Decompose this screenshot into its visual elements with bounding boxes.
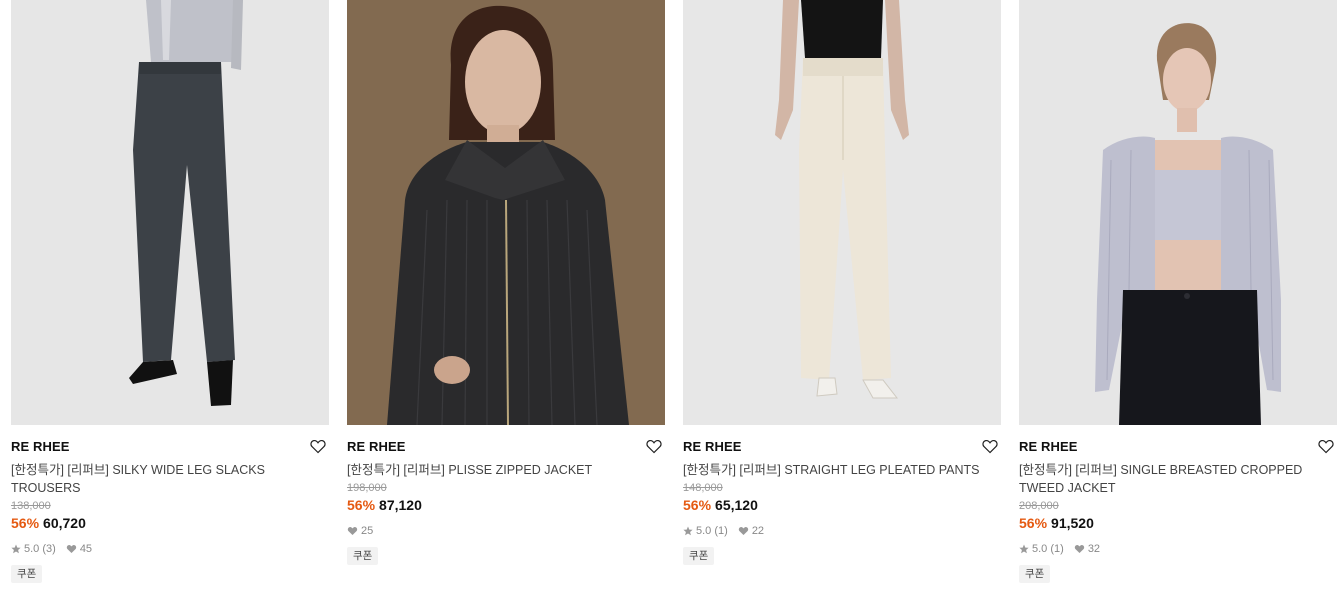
discount-rate: 56% [1019, 515, 1048, 531]
brand-name: RE RHEE [683, 439, 742, 454]
product-title[interactable]: [한정특가] [리퍼브] STRAIGHT LEG PLEATED PANTS [683, 461, 1001, 479]
likes: 45 [66, 543, 92, 555]
original-price: 148,000 [683, 482, 723, 494]
coupon-badge: 쿠폰 [683, 547, 715, 565]
product-title-line: [한정특가] [리퍼브] SINGLE BREASTED CROPPED [1019, 463, 1303, 477]
review-count: (3) [42, 543, 56, 555]
heart-filled-icon [1074, 545, 1084, 553]
review-count: (1) [714, 525, 728, 537]
product-title[interactable]: [한정특가] [리퍼브] SINGLE BREASTED CROPPED TWE… [1019, 461, 1337, 497]
sale-price: 65,120 [715, 497, 758, 513]
product-stats: 5.0 (3) 45 [11, 542, 329, 556]
coupon-badge: 쿠폰 [347, 547, 379, 565]
rating-value: 5.0 [696, 525, 712, 537]
product-stats: 5.0 (1) 32 [1019, 542, 1337, 556]
heart-filled-icon [66, 545, 76, 553]
like-count: 22 [751, 525, 765, 537]
heart-filled-icon [347, 527, 358, 535]
original-price: 138,000 [11, 500, 51, 512]
like-count: 32 [1087, 543, 1101, 555]
product-card[interactable]: RE RHEE [한정특가] [리퍼브] SINGLE BREASTED CRO… [1019, 0, 1337, 583]
price-line: 56% 91,520 [1019, 514, 1337, 532]
product-image[interactable] [347, 0, 665, 425]
coupon-badge: 쿠폰 [1019, 565, 1051, 583]
product-card[interactable]: RE RHEE [한정특가] [리퍼브] PLISSE ZIPPED JACKE… [347, 0, 665, 565]
wishlist-heart-icon[interactable] [1317, 437, 1335, 455]
product-card[interactable]: RE RHEE [한정특가] [리퍼브] SILKY WIDE LEG SLAC… [11, 0, 329, 583]
sale-price: 87,120 [379, 497, 422, 513]
star-icon [683, 526, 693, 536]
rating-value: 5.0 [1032, 543, 1048, 555]
like-count: 25 [361, 525, 374, 537]
coupon-badge: 쿠폰 [11, 565, 43, 583]
price-line: 56% 87,120 [347, 496, 665, 514]
review-count: (1) [1050, 543, 1064, 555]
discount-rate: 56% [683, 497, 712, 513]
product-stats: 25 [347, 524, 665, 538]
rating: 5.0 (1) [1019, 543, 1064, 555]
product-title[interactable]: [한정특가] [리퍼브] PLISSE ZIPPED JACKET [347, 461, 665, 479]
likes: 25 [347, 525, 373, 537]
product-image[interactable] [1019, 0, 1337, 425]
product-image[interactable] [683, 0, 1001, 425]
original-price: 208,000 [1019, 500, 1059, 512]
rating-value: 5.0 [24, 543, 40, 555]
rating: 5.0 (3) [11, 543, 56, 555]
brand-name: RE RHEE [11, 439, 70, 454]
heart-filled-icon [738, 527, 748, 535]
sale-price: 91,520 [1051, 515, 1094, 531]
star-icon [11, 544, 21, 554]
wishlist-heart-icon[interactable] [645, 437, 663, 455]
brand-name: RE RHEE [1019, 439, 1078, 454]
product-title[interactable]: [한정특가] [리퍼브] SILKY WIDE LEG SLACKS TROUS… [11, 461, 329, 497]
like-count: 45 [79, 543, 93, 555]
likes: 32 [1074, 543, 1100, 555]
star-icon [1019, 544, 1029, 554]
sale-price: 60,720 [43, 515, 86, 531]
original-price: 198,000 [347, 482, 387, 494]
rating: 5.0 (1) [683, 525, 728, 537]
price-line: 56% 65,120 [683, 496, 1001, 514]
price-line: 56% 60,720 [11, 514, 329, 532]
wishlist-heart-icon[interactable] [981, 437, 999, 455]
product-card[interactable]: RE RHEE [한정특가] [리퍼브] STRAIGHT LEG PLEATE… [683, 0, 1001, 565]
product-image[interactable] [11, 0, 329, 425]
brand-name: RE RHEE [347, 439, 406, 454]
product-title-line: TWEED JACKET [1019, 481, 1116, 495]
discount-rate: 56% [347, 497, 376, 513]
discount-rate: 56% [11, 515, 40, 531]
likes: 22 [738, 525, 764, 537]
wishlist-heart-icon[interactable] [309, 437, 327, 455]
product-stats: 5.0 (1) 22 [683, 524, 1001, 538]
